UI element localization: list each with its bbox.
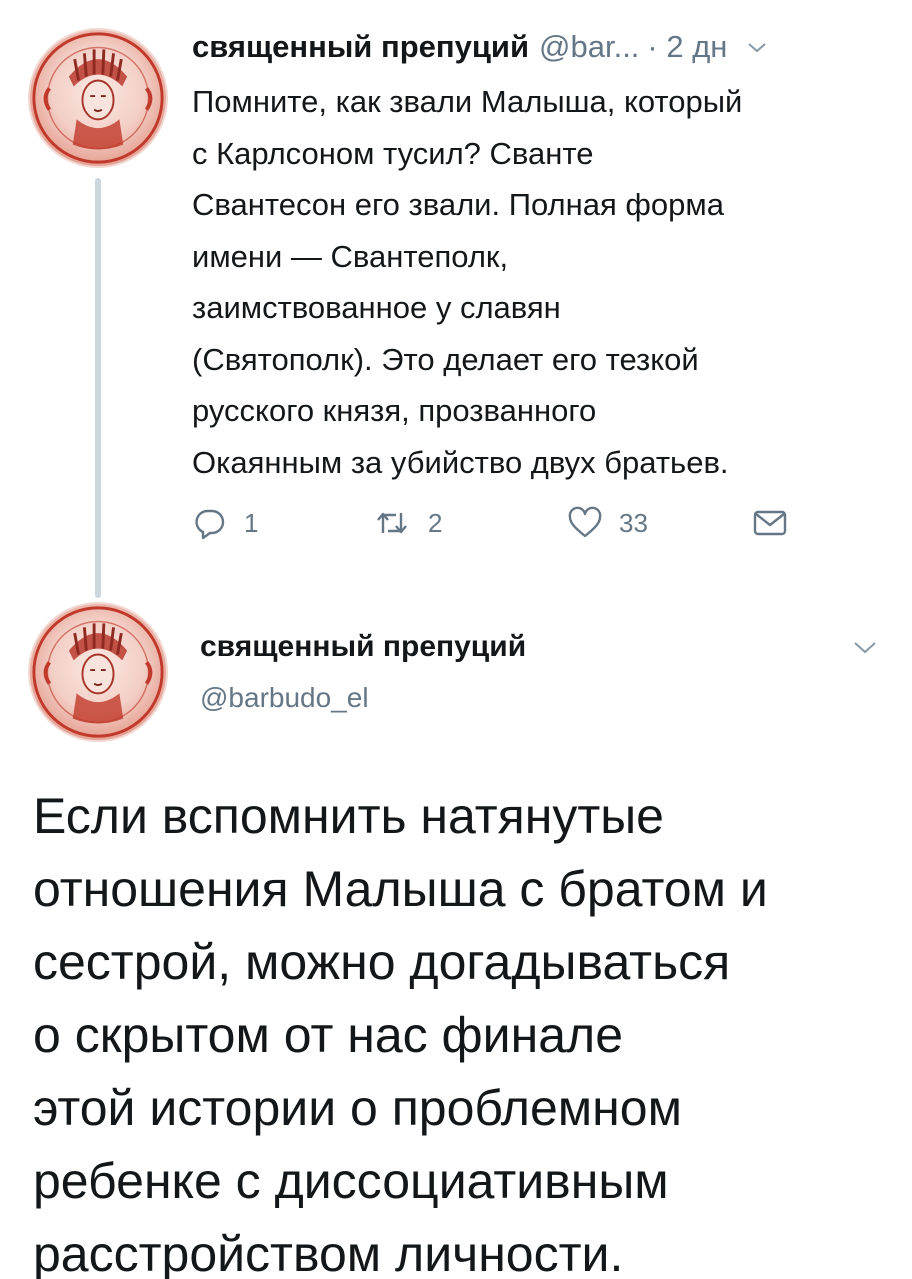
tweet-text-line: этой истории о проблемном [33, 1080, 682, 1136]
user-handle[interactable]: @barbudo_el [200, 682, 369, 714]
tweet-text-line: русского князя, прозванного [192, 393, 597, 428]
tweet-header: священный препуций @bar... · 2 дн [192, 24, 882, 70]
tweet-text-line: имени — Свантеполк, [192, 238, 509, 274]
tweet-actions: 1 2 33 [192, 500, 822, 546]
envelope-icon [753, 510, 787, 536]
tweet-text-line: о скрытом от нас финале [33, 1007, 624, 1063]
heart-icon [568, 506, 602, 538]
chevron-down-icon[interactable] [745, 35, 769, 59]
tweet-text-line: с Карлсоном тусил? Сванте [192, 135, 594, 171]
display-name[interactable]: священный препуций [200, 630, 526, 664]
reply-icon [195, 509, 225, 540]
reply-button[interactable]: 1 [192, 500, 258, 546]
avatar[interactable] [28, 28, 168, 168]
tweet-text-line: отношения Малыша с братом и [33, 861, 768, 917]
timestamp[interactable]: · 2 дн [647, 29, 727, 65]
tweet-text-line: Окаянным за убийство двух братьев. [192, 444, 729, 480]
like-count: 33 [619, 507, 648, 538]
reply-count: 1 [244, 507, 259, 538]
retweet-icon [377, 512, 407, 534]
tweet-text: Если вспомнить натянутые отношения Малыш… [33, 780, 903, 1279]
thread-line [95, 178, 101, 598]
user-handle[interactable]: @bar... [539, 29, 639, 65]
tweet-text-line: заимствованное у славян [192, 290, 561, 325]
tweet-text-line: сестрой, можно догадываться [33, 934, 731, 990]
display-name[interactable]: священный препуций [192, 29, 529, 65]
tweet-text-line: (Святополк). Это делает его тезкой [192, 341, 699, 377]
like-button[interactable]: 33 [567, 500, 648, 546]
chevron-down-icon[interactable] [850, 632, 880, 662]
retweet-count: 2 [428, 507, 443, 538]
tweet-text-line: Свантесон его звали. Полная форма [192, 187, 724, 222]
retweet-button[interactable]: 2 [372, 500, 442, 546]
tweet-text-line: ребенке с диссоциативным [33, 1153, 669, 1209]
tweet-text-line: расстройством личности. [33, 1226, 624, 1279]
tweet-text-line: Если вспомнить натянутые [33, 788, 664, 844]
avatar[interactable] [28, 602, 168, 742]
tweet-text: Помните, как звали Малыша, который с Кар… [192, 76, 892, 488]
direct-message-button[interactable] [752, 500, 788, 546]
tweet-text-line: Помните, как звали Малыша, который [192, 84, 743, 119]
